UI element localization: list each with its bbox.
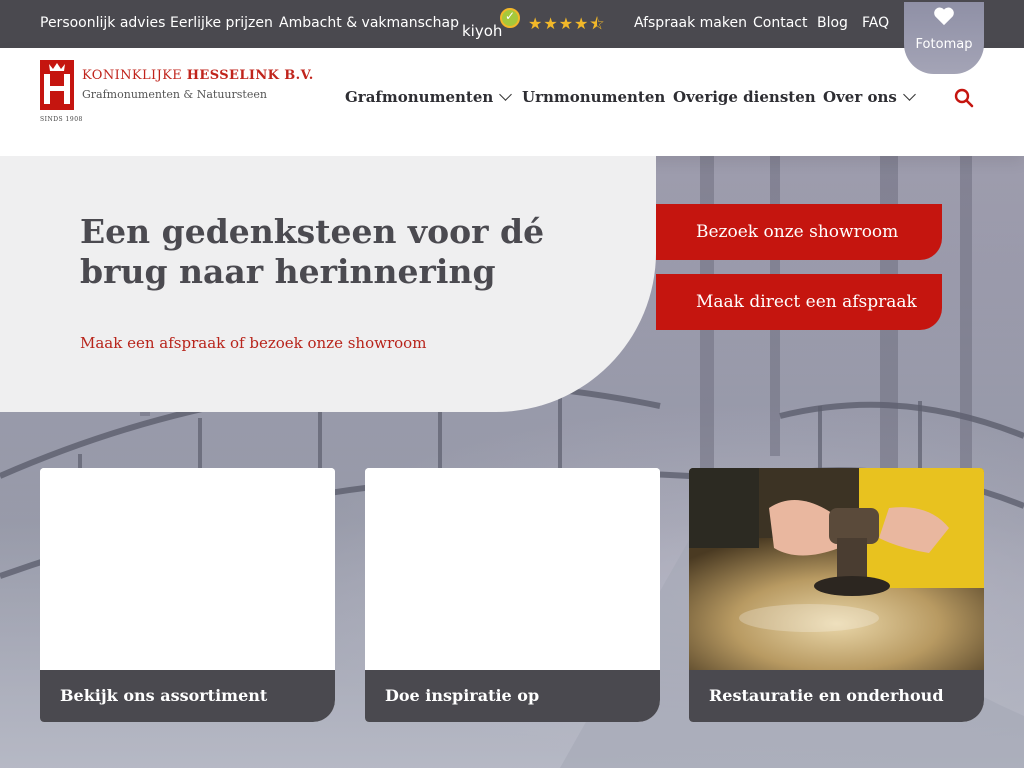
nav-urnmonumenten[interactable]: Urnmonumenten <box>522 88 665 106</box>
nav-over-ons[interactable]: Over ons <box>823 88 916 106</box>
chevron-down-icon <box>902 88 916 101</box>
link-afspraak-maken[interactable]: Afspraak maken <box>634 15 747 31</box>
hero-panel: Een gedenksteen voor dé brug naar herinn… <box>0 156 656 412</box>
logo-since: SINDS 1908 <box>40 116 83 123</box>
card-caption: Doe inspiratie op <box>365 670 660 722</box>
restoration-photo <box>689 468 984 670</box>
link-faq[interactable]: FAQ <box>862 15 889 31</box>
card-caption: Bekijk ons assortiment <box>40 670 335 722</box>
kiyoh-badge-icon <box>500 8 520 28</box>
chevron-down-icon <box>499 88 513 101</box>
logo-crest-icon <box>40 60 74 110</box>
hero-subtitle: Maak een afspraak of bezoek onze showroo… <box>80 334 427 352</box>
kiyoh-rating[interactable]: kiyoh <box>462 6 524 42</box>
link-persoonlijk-advies[interactable]: Persoonlijk advies <box>40 15 165 31</box>
top-bar: Persoonlijk advies Eerlijke prijzen Amba… <box>0 0 1024 48</box>
nav-overige-diensten[interactable]: Overige diensten <box>673 88 816 106</box>
link-eerlijke-prijzen[interactable]: Eerlijke prijzen <box>170 15 273 31</box>
main-header: SINDS 1908 KONINKLIJKE HESSELINK B.V. Gr… <box>0 48 1024 156</box>
card-caption: Restauratie en onderhoud <box>689 670 984 722</box>
kiyoh-logo: kiyoh <box>462 22 503 40</box>
card-image <box>40 468 335 670</box>
link-contact[interactable]: Contact <box>753 15 807 31</box>
nav-grafmonumenten[interactable]: Grafmonumenten <box>345 88 513 106</box>
logo-subtitle: Grafmonumenten & Natuursteen <box>82 88 267 101</box>
card-assortiment[interactable]: Bekijk ons assortiment <box>40 468 335 722</box>
card-image-restoration <box>689 468 984 670</box>
star-rating: ★★★★⯪ <box>528 14 606 33</box>
fotomap-label: Fotomap <box>915 37 973 52</box>
card-image <box>365 468 660 670</box>
hero-title: Een gedenksteen voor dé brug naar herinn… <box>80 212 545 291</box>
heart-icon <box>904 6 984 33</box>
link-blog[interactable]: Blog <box>817 15 848 31</box>
link-ambacht-vakmanschap[interactable]: Ambacht & vakmanschap <box>279 15 459 31</box>
logo-name: KONINKLIJKE HESSELINK B.V. <box>82 68 314 83</box>
card-inspiratie[interactable]: Doe inspiratie op <box>365 468 660 722</box>
logo[interactable]: SINDS 1908 KONINKLIJKE HESSELINK B.V. Gr… <box>40 58 313 128</box>
card-restauratie[interactable]: Restauratie en onderhoud <box>689 468 984 722</box>
fotomap-button[interactable]: Fotomap <box>904 2 984 74</box>
showroom-button[interactable]: Bezoek onze showroom <box>656 204 942 260</box>
appointment-button[interactable]: Maak direct een afspraak <box>656 274 942 330</box>
search-icon[interactable] <box>954 88 974 108</box>
